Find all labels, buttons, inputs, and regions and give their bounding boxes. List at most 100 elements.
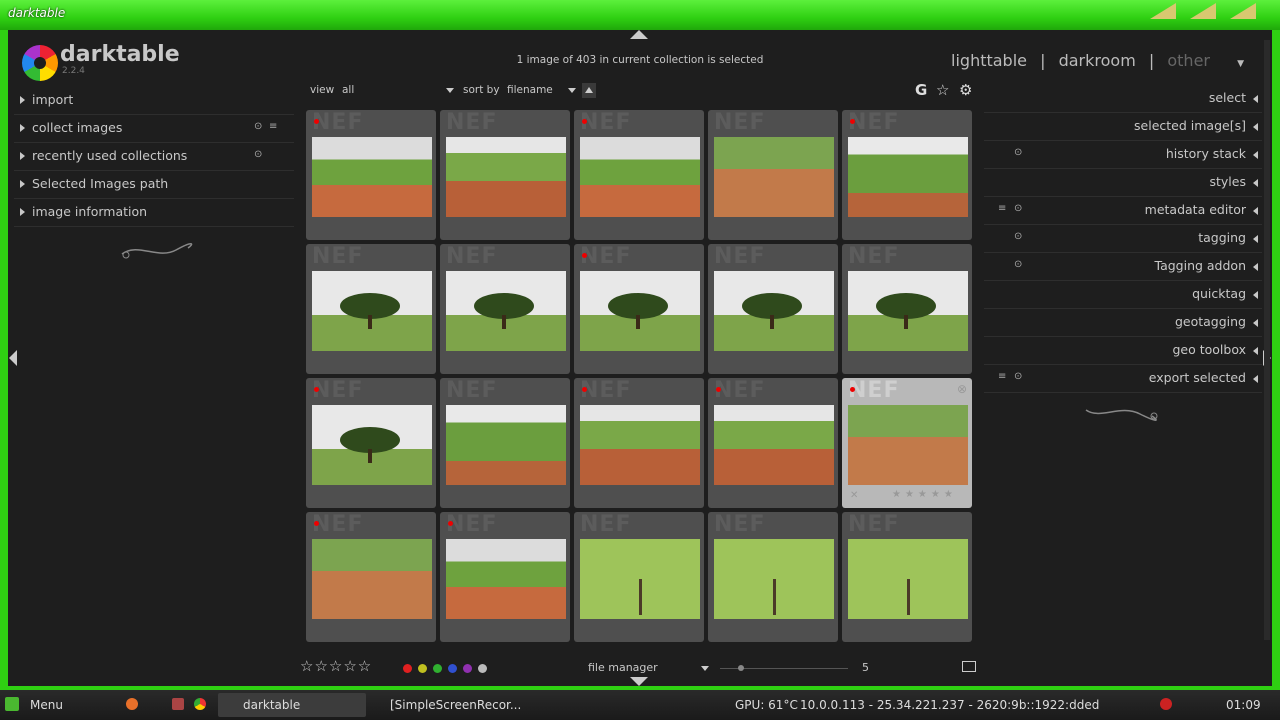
reset-icon[interactable]: ⊙ [1014,203,1022,214]
star-rating[interactable]: ★★★★★ [892,489,957,500]
color-label-gray[interactable] [478,664,487,673]
module-geotagging[interactable]: geotagging [984,310,1262,337]
thumbnail-image[interactable] [848,271,968,351]
module-select[interactable]: select [984,86,1262,113]
module-selected-images[interactable]: selected image[s] [984,114,1262,141]
thumbnail-image[interactable] [580,137,700,217]
module-metadata-editor[interactable]: ≡ ⊙ metadata editor [984,198,1262,225]
thumbnail-image[interactable] [848,539,968,619]
reset-icon[interactable]: ⊙ [1014,259,1022,270]
color-label-yellow[interactable] [418,664,427,673]
thumbnail[interactable]: NEF [306,110,436,240]
module-recently-used-collections[interactable]: recently used collections ⊙ [14,144,294,171]
color-label-blue[interactable] [448,664,457,673]
star-overlays-icon[interactable]: ☆ [936,81,949,99]
color-label-purple[interactable] [463,664,472,673]
record-icon[interactable] [1160,698,1172,710]
firefox-icon[interactable] [126,698,138,710]
module-selected-images-path[interactable]: Selected Images path [14,172,294,199]
module-image-information[interactable]: image information [14,200,294,227]
star-rating-filter[interactable]: ☆☆☆☆☆ [300,657,372,675]
thumbnail-image[interactable] [848,137,968,217]
thumbnail[interactable]: NEF [440,512,570,642]
start-menu-icon[interactable] [5,697,19,711]
module-history-stack[interactable]: ⊙ history stack [984,142,1262,169]
taskbar-item-darktable[interactable]: darktable [218,693,366,717]
altered-history-icon[interactable]: ⊗ [957,382,967,396]
thumbnail-image[interactable] [446,539,566,619]
presets-icon[interactable]: ≡ [269,121,277,132]
thumbnail-image[interactable] [580,539,700,619]
thumbnail[interactable]: NEF [306,244,436,374]
thumbnail[interactable]: NEF [842,244,972,374]
view-dropdown-icon[interactable]: ▼ [1237,59,1244,69]
close-button[interactable] [1230,3,1256,19]
view-other[interactable]: other [1167,51,1210,70]
reset-icon[interactable]: ⊙ [1014,147,1022,158]
reset-icon[interactable]: ⊙ [1014,231,1022,242]
collapse-left-panel-arrow-icon[interactable] [9,350,17,366]
sort-dropdown[interactable]: filename [507,84,553,96]
thumbnail[interactable]: NEF [708,378,838,508]
chevron-down-icon[interactable] [701,666,709,671]
chrome-icon[interactable] [194,698,206,710]
thumbnail-image[interactable] [714,539,834,619]
window-titlebar[interactable]: darktable [0,0,1280,30]
reset-icon[interactable]: ⊙ [254,121,262,132]
module-import[interactable]: import [14,88,294,115]
thumbnail[interactable]: NEF [440,110,570,240]
display-profile-icon[interactable] [962,661,976,672]
view-lighttable[interactable]: lighttable [951,51,1027,70]
module-collect-images[interactable]: collect images ⊙ ≡ [14,116,294,143]
reset-icon[interactable]: ⊙ [1014,371,1022,382]
presets-icon[interactable]: ≡ [998,203,1006,214]
thumbnail-image[interactable] [312,539,432,619]
reject-icon[interactable]: ✕ [850,490,858,501]
thumbnail[interactable]: NEF [708,512,838,642]
color-label-green[interactable] [433,664,442,673]
thumbnail-image[interactable] [580,271,700,351]
maximize-button[interactable] [1190,3,1216,19]
grouping-button[interactable]: G [915,81,927,99]
module-tagging[interactable]: ⊙ tagging [984,226,1262,253]
module-geo-toolbox[interactable]: geo toolbox [984,338,1262,365]
view-filter-dropdown[interactable]: all [342,84,354,96]
thumbnail[interactable]: NEF [306,378,436,508]
thumbnail-image[interactable] [714,137,834,217]
scrollbar[interactable] [1264,40,1270,640]
thumbnail-image[interactable] [446,405,566,485]
darktable-launcher-icon[interactable] [172,698,184,710]
chevron-down-icon[interactable] [446,88,454,93]
thumbnail[interactable]: NEF ✕ ★★★★★ ⊗ [842,378,972,508]
thumbnail[interactable]: NEF [574,378,704,508]
collapse-top-panel-arrow-icon[interactable] [630,30,648,39]
clock[interactable]: 01:09 [1226,698,1261,712]
sort-order-button[interactable] [582,83,596,98]
thumbnail-image[interactable] [714,271,834,351]
thumbnail-image[interactable] [848,405,968,485]
thumbnail-image[interactable] [312,137,432,217]
color-label-red[interactable] [403,664,412,673]
minimize-button[interactable] [1150,3,1176,19]
thumbnail-image[interactable] [580,405,700,485]
layout-dropdown[interactable]: file manager [588,661,658,674]
view-darkroom[interactable]: darkroom [1059,51,1136,70]
gear-icon[interactable]: ⚙ [959,81,972,99]
thumbnail[interactable]: NEF [842,110,972,240]
thumbnail-image[interactable] [714,405,834,485]
chevron-down-icon[interactable] [568,88,576,93]
zoom-value[interactable]: 5 [862,661,869,674]
thumbnail[interactable]: NEF [574,512,704,642]
thumbnail[interactable]: NEF [440,244,570,374]
thumbnail-image[interactable] [446,137,566,217]
presets-icon[interactable]: ≡ [998,371,1006,382]
taskbar-item-simplescreenrecorder[interactable]: [SimpleScreenRecor... [370,693,521,717]
thumbnail-image[interactable] [446,271,566,351]
thumbnail-image[interactable] [312,271,432,351]
thumbnail[interactable]: NEF [708,244,838,374]
start-menu-button[interactable]: Menu [30,698,63,712]
collapse-bottom-panel-arrow-icon[interactable] [630,677,648,686]
module-styles[interactable]: styles [984,170,1262,197]
thumbnail[interactable]: NEF [440,378,570,508]
reset-icon[interactable]: ⊙ [254,149,262,160]
